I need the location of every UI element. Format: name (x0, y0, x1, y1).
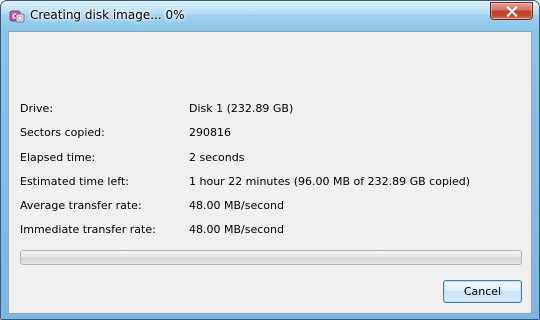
close-x-icon (506, 6, 518, 17)
detail-label: Estimated time left: (20, 175, 129, 188)
window-title: Creating disk image... 0% (30, 8, 185, 22)
detail-label: Immediate transfer rate: (20, 223, 156, 236)
dialog-window: Creating disk image... 0% Drive: Disk 1 … (0, 0, 540, 320)
progress-bar (20, 250, 522, 265)
detail-value: Disk 1 (232.89 GB) (189, 102, 294, 115)
detail-label: Average transfer rate: (20, 199, 142, 212)
detail-value: 48.00 MB/second (189, 223, 284, 236)
detail-label: Sectors copied: (20, 126, 105, 139)
dialog-content: Drive: Disk 1 (232.89 GB) Sectors copied… (8, 31, 532, 314)
detail-value: 1 hour 22 minutes (96.00 MB of 232.89 GB… (189, 175, 471, 188)
close-button[interactable] (490, 2, 533, 20)
detail-value: 2 seconds (189, 151, 245, 164)
detail-label: Drive: (20, 102, 54, 115)
detail-value: 48.00 MB/second (189, 199, 284, 212)
title-bar[interactable]: Creating disk image... 0% (1, 1, 539, 31)
detail-label: Elapsed time: (20, 151, 96, 164)
detail-value: 290816 (189, 126, 231, 139)
disk-image-app-icon (9, 8, 25, 24)
cancel-button[interactable]: Cancel (443, 280, 522, 303)
